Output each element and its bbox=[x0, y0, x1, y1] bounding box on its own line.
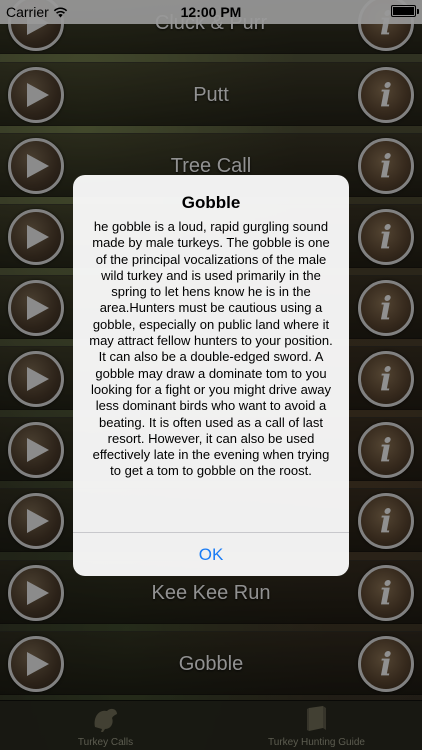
alert-message: he gobble is a loud, rapid gurgling soun… bbox=[89, 219, 333, 479]
ok-button[interactable]: OK bbox=[73, 532, 349, 576]
alert-title: Gobble bbox=[181, 193, 241, 212]
alert-body: Gobble he gobble is a loud, rapid gurgli… bbox=[73, 175, 349, 530]
info-alert: Gobble he gobble is a loud, rapid gurgli… bbox=[73, 175, 349, 576]
